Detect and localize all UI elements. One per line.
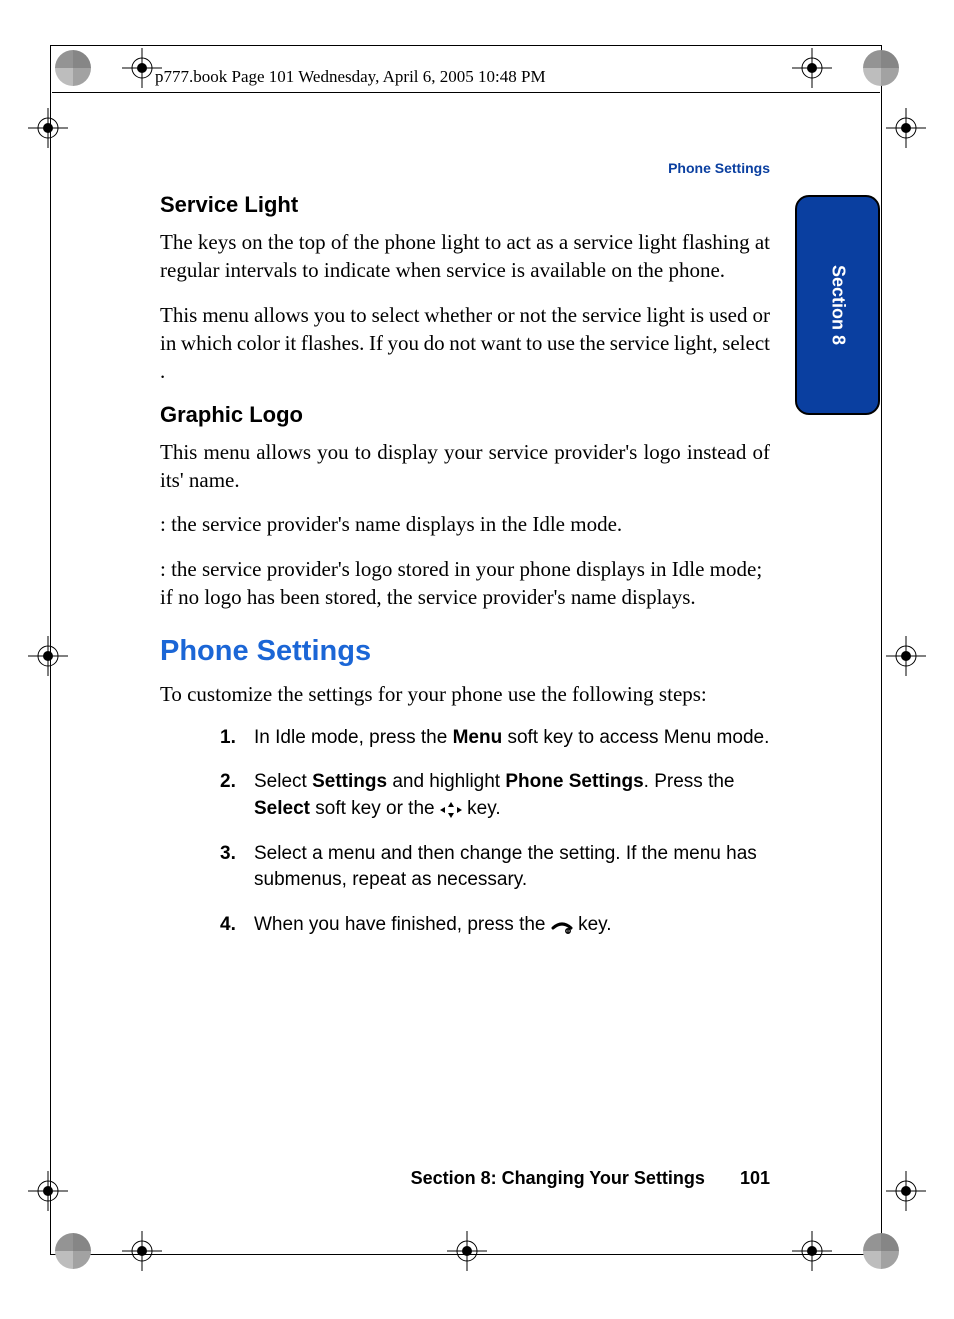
step-number: 2. [220, 769, 236, 796]
page-content: Phone Settings Section 8 Service Light T… [160, 160, 770, 956]
step-text: soft key or the [310, 798, 440, 819]
step-number: 4. [220, 912, 236, 939]
step-text: soft key to access Menu mode. [502, 727, 769, 748]
registration-mark-icon [447, 1231, 487, 1271]
section-tab: Section 8 [795, 195, 880, 415]
step-text: key. [462, 798, 501, 819]
header-rule [52, 92, 880, 93]
page-footer: Section 8: Changing Your Settings 101 [160, 1168, 770, 1189]
nav-key-icon [440, 800, 462, 816]
body-text: The keys on the top of the phone light t… [160, 228, 770, 285]
steps-list: 1. In Idle mode, press the Menu soft key… [220, 725, 770, 939]
registration-mark-icon [792, 1231, 832, 1271]
step-item: 4. When you have finished, press the key… [220, 912, 770, 939]
body-text: : the service provider's logo stored in … [160, 555, 770, 612]
step-number: 1. [220, 725, 236, 752]
body-text: This menu allows you to select whether o… [160, 301, 770, 386]
registration-mark-icon [28, 1171, 68, 1211]
ui-label-select: Select [254, 798, 310, 819]
heading-graphic-logo: Graphic Logo [160, 402, 770, 428]
registration-mark-icon [886, 1171, 926, 1211]
step-text: and highlight [387, 771, 505, 792]
registration-mark-icon [28, 636, 68, 676]
step-text: Select [254, 771, 312, 792]
step-text: key. [573, 914, 612, 935]
section-tab-label: Section 8 [827, 265, 848, 345]
end-key-icon [551, 916, 573, 932]
registration-mark-icon [886, 108, 926, 148]
color-wheel-icon [55, 1233, 91, 1269]
registration-mark-icon [886, 636, 926, 676]
step-text: In Idle mode, press the [254, 727, 453, 748]
running-head: Phone Settings [668, 160, 770, 176]
registration-mark-icon [122, 1231, 162, 1271]
print-header: p777.book Page 101 Wednesday, April 6, 2… [155, 67, 546, 87]
ui-label-menu: Menu [453, 727, 503, 748]
step-item: 1. In Idle mode, press the Menu soft key… [220, 725, 770, 752]
page-number: 101 [740, 1168, 770, 1188]
step-item: 3. Select a menu and then change the set… [220, 841, 770, 894]
step-text: Select a menu and then change the settin… [254, 843, 757, 891]
footer-section-label: Section 8: Changing Your Settings [411, 1168, 705, 1188]
heading-phone-settings: Phone Settings [160, 635, 770, 668]
step-text: . Press the [644, 771, 735, 792]
registration-mark-icon [28, 108, 68, 148]
ui-label-settings: Settings [312, 771, 387, 792]
heading-service-light: Service Light [160, 192, 770, 218]
color-wheel-icon [55, 50, 91, 86]
step-item: 2. Select Settings and highlight Phone S… [220, 769, 770, 822]
ui-label-phone-settings: Phone Settings [505, 771, 643, 792]
body-text: This menu allows you to display your ser… [160, 438, 770, 495]
body-text: To customize the settings for your phone… [160, 680, 770, 708]
step-text: When you have finished, press the [254, 914, 551, 935]
body-text: : the service provider's name displays i… [160, 510, 770, 538]
color-wheel-icon [863, 50, 899, 86]
registration-mark-icon [792, 48, 832, 88]
color-wheel-icon [863, 1233, 899, 1269]
step-number: 3. [220, 841, 236, 868]
